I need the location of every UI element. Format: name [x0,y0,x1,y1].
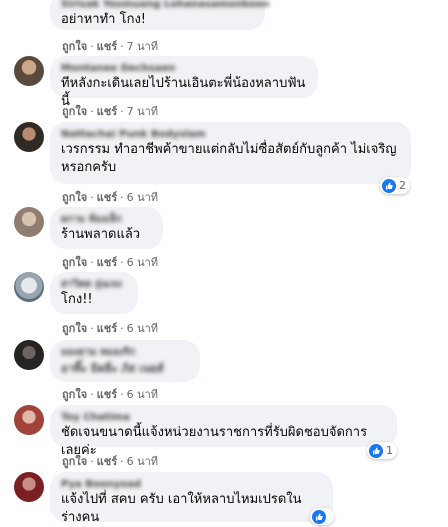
separator-dot: · [90,256,94,269]
avatar[interactable] [14,122,44,152]
comment-text: ร้านพลาดแล้ว [61,227,141,242]
thumbs-up-icon [369,443,383,458]
reply-link[interactable]: แชร์ [97,455,117,468]
comment-text: เวรกรรม ทำอาชีพค้าขายแต่กลับไม่ซื่อสัตย์… [61,142,397,175]
separator-dot: · [120,322,124,335]
like-link[interactable]: ถูกใจ [62,388,87,401]
comment-actions: ถูกใจ · แชร์ · 7 นาที [62,37,158,55]
comment-actions: ถูกใจ · แชร์ · 6 นาที [62,385,158,403]
avatar[interactable] [14,207,44,237]
comment-text: แจ้งไปที่ สคบ ครับ เอาให้หลาบไหมเปรดในร่… [61,492,302,525]
like-link[interactable]: ถูกใจ [62,455,87,468]
comment-bubble: ผกาม ห้องเล็ก ร้านพลาดแล้ว [50,207,163,249]
reaction-count[interactable]: 1 [367,442,397,459]
like-link[interactable]: ถูกใจ [62,40,87,53]
avatar[interactable] [14,340,44,370]
comment-actions: ถูกใจ · แชร์ · 7 นาที [62,102,158,120]
like-link[interactable]: ถูกใจ [62,105,87,118]
reply-link[interactable]: แชร์ [97,191,117,204]
separator-dot: · [90,191,94,204]
separator-dot: · [120,256,124,269]
separator-dot: · [90,388,94,401]
comment-author[interactable]: Sirisak Yosmuang Lohanasamonkoon [61,0,269,11]
comment-bubble: Montanee Dechsaen ทีหลังกะเดินเลยไปร้านเ… [50,56,318,109]
thumbs-up-icon [312,509,326,524]
comment-time[interactable]: 7 นาที [127,105,158,118]
comment-time[interactable]: 6 นาที [127,388,158,401]
comment-bubble: Sirisak Yosmuang Lohanasamonkoon อย่าหาท… [50,0,269,30]
reaction-number: 2 [399,179,406,192]
comment-time[interactable]: 6 นาที [127,191,158,204]
reaction-count[interactable]: 2 [380,177,410,194]
separator-dot: · [120,105,124,118]
separator-dot: · [90,40,94,53]
reaction-count[interactable] [310,508,334,525]
comment-actions: ถูกใจ · แชร์ · 6 นาที [62,188,158,206]
avatar[interactable] [14,405,44,435]
comment-time[interactable]: 6 นาที [127,322,158,335]
comment-bubble: สาวิตต อุ่นเจง โกง!! [50,272,138,314]
comment-time[interactable]: 7 นาที [127,40,158,53]
like-link[interactable]: ถูกใจ [62,191,87,204]
comment-text: โกง!! [61,292,93,307]
comment-author[interactable]: Pya Boonyoad [61,478,322,491]
comment-author[interactable]: Montanee Dechsaen [61,62,307,75]
separator-dot: · [120,388,124,401]
comment-time[interactable]: 6 นาที [127,455,158,468]
comment-author[interactable]: Nattachai Punk Bodyslam [61,128,400,141]
comment-author[interactable]: Toy Chatima [61,411,386,424]
comment-text-blurred: อาทิ๊ะ มิดยิ่ะ ภ้ส เนยส์ [61,362,164,375]
reply-link[interactable]: แชร์ [97,105,117,118]
avatar[interactable] [14,472,44,502]
comment-author[interactable]: มองยาม หมองริก [61,346,189,359]
like-link[interactable]: ถูกใจ [62,322,87,335]
avatar[interactable] [14,272,44,302]
comment-time[interactable]: 6 นาที [127,256,158,269]
reply-link[interactable]: แชร์ [97,322,117,335]
comment-actions: ถูกใจ · แชร์ · 6 นาที [62,452,158,470]
separator-dot: · [90,455,94,468]
avatar[interactable] [14,56,44,86]
reply-link[interactable]: แชร์ [97,256,117,269]
reply-link[interactable]: แชร์ [97,388,117,401]
separator-dot: · [90,105,94,118]
separator-dot: · [90,322,94,335]
reaction-number: 1 [386,444,393,457]
separator-dot: · [120,455,124,468]
comment-bubble: มองยาม หมองริก อาทิ๊ะ มิดยิ่ะ ภ้ส เนยส์ [50,340,200,382]
thumbs-up-icon [382,178,396,193]
comment-text: อย่าหาทำ โกง! [61,12,147,27]
comment-author[interactable]: สาวิตต อุ่นเจง [61,278,127,291]
like-link[interactable]: ถูกใจ [62,256,87,269]
reply-link[interactable]: แชร์ [97,40,117,53]
comment-bubble: Nattachai Punk Bodyslam เวรกรรม ทำอาชีพค… [50,122,411,184]
comment-author[interactable]: ผกาม ห้องเล็ก [61,213,152,226]
comment-actions: ถูกใจ · แชร์ · 6 นาที [62,319,158,337]
separator-dot: · [120,40,124,53]
comment-bubble: Toy Chatima ชัดเจนขนาดนี้แจ้งหน่วยงานราช… [50,405,397,458]
separator-dot: · [120,191,124,204]
comment-actions: ถูกใจ · แชร์ · 6 นาที [62,253,158,271]
